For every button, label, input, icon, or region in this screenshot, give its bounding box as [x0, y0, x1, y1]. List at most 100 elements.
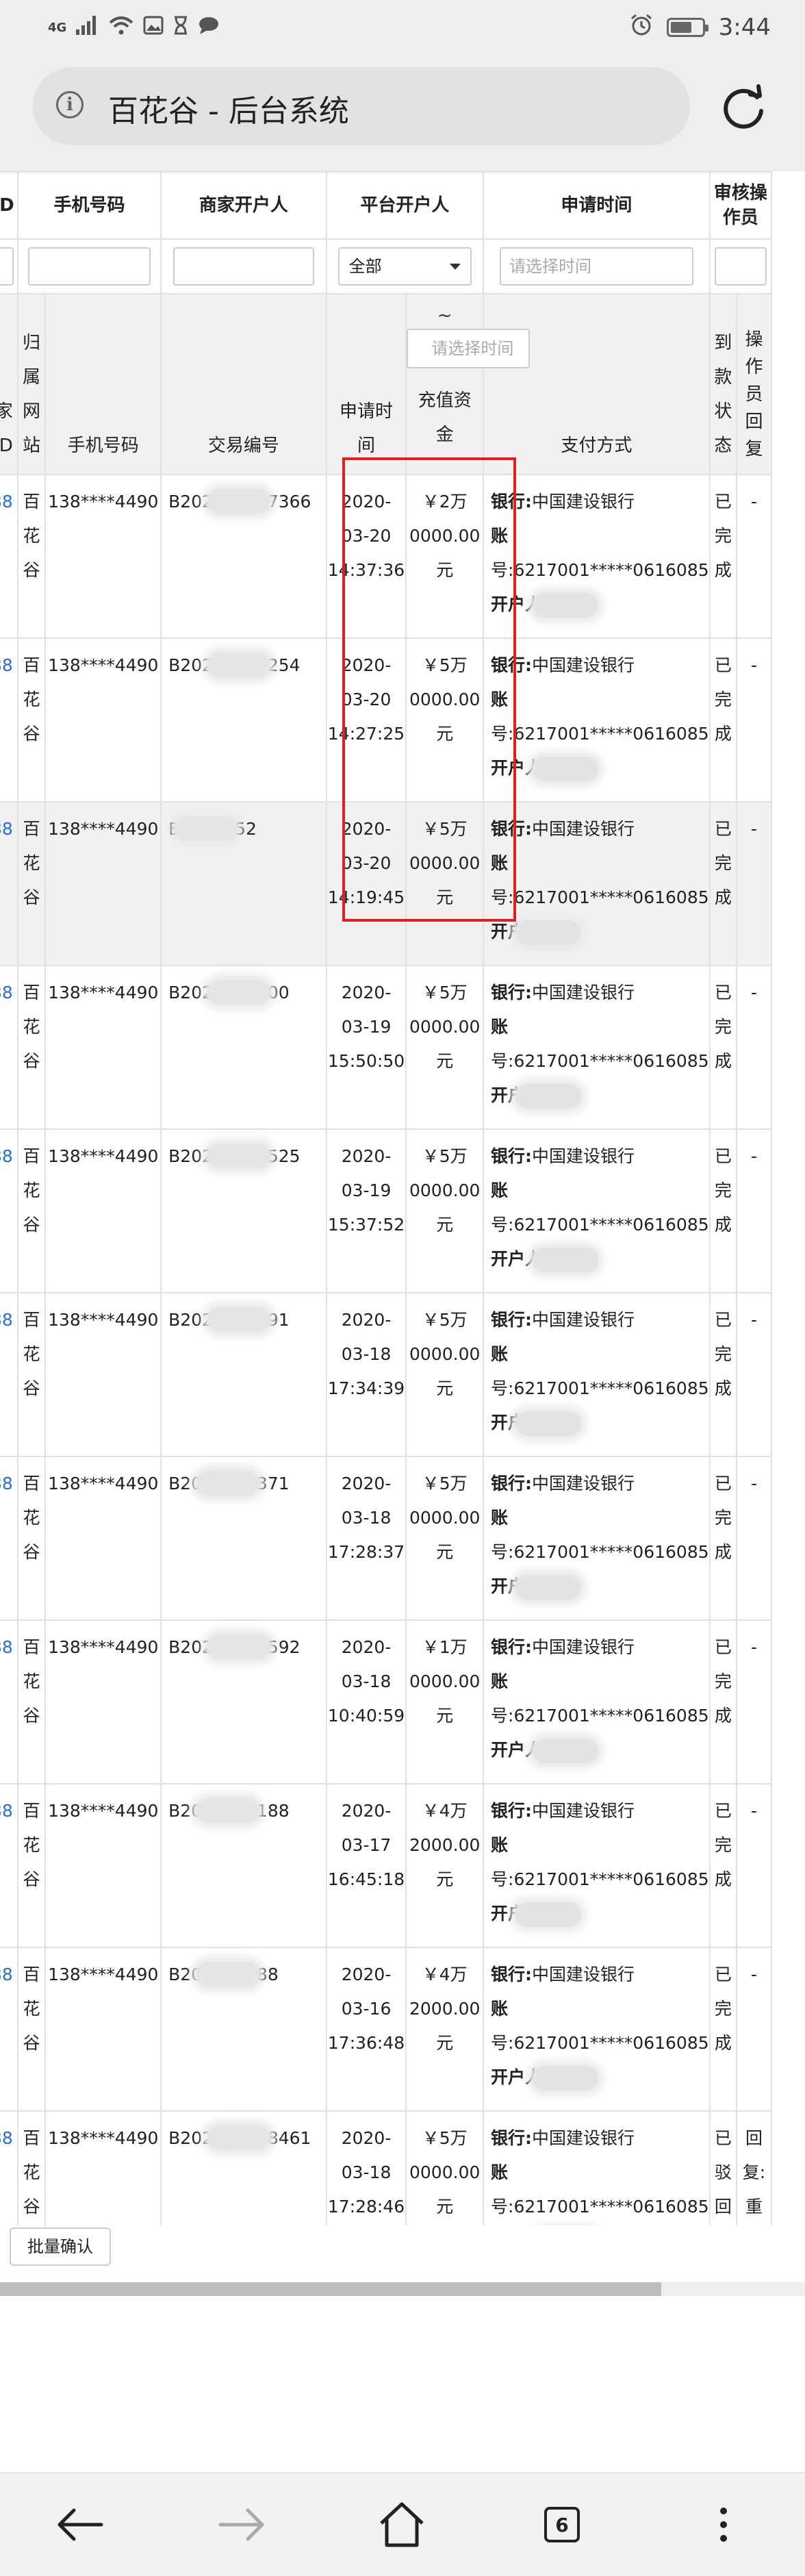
merchant-id-link[interactable]: 88 — [0, 1783, 18, 1948]
time-line: 14:19:45 — [327, 887, 405, 907]
redaction-blur — [533, 757, 599, 781]
amount-cell: ￥5万 0000.00 元 — [405, 2110, 485, 2225]
txn-cell: B2452 — [160, 801, 327, 966]
date-range-tilde: ~ — [437, 305, 452, 326]
table-row: 88百 花 谷138****4490B2023371 2020- 03-18 17:2… — [0, 1456, 772, 1621]
col-header-site: 归 属 网 站 — [16, 293, 47, 475]
apply-time-cell: 2020- 03-18 10:40:59 — [325, 1619, 407, 1784]
redaction-blur — [207, 2125, 270, 2150]
merchant-id-link[interactable]: 88 — [0, 637, 18, 803]
table-row: 88百 花 谷138****4490B2020391 2020- 03-18 17:3… — [0, 1292, 772, 1457]
amount-cell: ￥5万 0000.00 元 — [405, 965, 485, 1130]
date-line2: 03-20 — [341, 690, 392, 709]
amount-line1: ￥5万 — [422, 983, 468, 1002]
apply-time-cell: 2020- 03-20 14:27:25 — [325, 637, 407, 803]
info-icon[interactable]: i — [56, 91, 84, 118]
amount-line1: ￥1万 — [422, 1637, 468, 1657]
filter-select-platform[interactable]: 全部 — [337, 247, 472, 286]
back-arrow-icon[interactable] — [49, 2494, 111, 2555]
payment-cell: 银行:中国建设银行账号:6217001*****0616085开户人 — [483, 1947, 711, 2112]
merchant-id-link[interactable]: 88 — [0, 965, 18, 1130]
bank-name: 中国建设银行 — [532, 1146, 635, 1166]
amount-unit: 元 — [436, 2197, 454, 2217]
amount-line2: 0000.00 — [409, 1017, 481, 1037]
account-label: 账 — [491, 1671, 509, 1691]
redaction-blur — [533, 2066, 599, 2091]
merchant-id-link[interactable]: 88 — [0, 1456, 18, 1621]
date-line: 2020- — [341, 1146, 392, 1166]
redaction-blur — [207, 1634, 270, 1659]
amount-cell: ￥4万 2000.00 元 — [405, 1947, 485, 2112]
batch-confirm-button[interactable]: 批量确认 — [10, 2227, 111, 2266]
payment-cell: 银行:中国建设银行账号:6217001*****0616085 开户 — [483, 1292, 711, 1457]
amount-line2: 2000.00 — [409, 1999, 481, 2019]
filter-input-id[interactable] — [0, 247, 14, 286]
merchant-id-link[interactable]: 88 — [0, 1128, 18, 1293]
amount-cell: ￥4万 2000.00 元 — [405, 1783, 485, 1948]
amount-line2: 0000.00 — [409, 2162, 481, 2182]
table-row: 88百 花 谷138****4490B202028461 2020- 03-18 17… — [0, 2110, 772, 2225]
payment-cell: 银行:中国建设银行账号:6217001*****0616085开户人 — [483, 2110, 711, 2225]
account-number: 号:6217001*****0616085 — [491, 2197, 709, 2217]
status-cell: 已 完 成 — [708, 1783, 738, 1948]
account-label: 账 — [491, 1999, 509, 2019]
phone-cell: 138****4490 — [44, 637, 162, 803]
filter-date-start[interactable]: 请选择时间 — [500, 247, 693, 286]
payment-cell: 银行:中国建设银行账号:6217001*****0616085 开户 — [483, 1783, 711, 1948]
amount-line2: 0000.00 — [409, 526, 481, 546]
bank-name: 中国建设银行 — [532, 819, 635, 839]
address-field[interactable]: i 百花谷 - 后台系统 — [33, 67, 690, 145]
filter-input-phone[interactable] — [28, 247, 151, 286]
menu-icon[interactable] — [693, 2494, 754, 2555]
col-header-amount: 充值资 金 — [418, 390, 472, 445]
forward-arrow-icon[interactable] — [211, 2494, 272, 2555]
merchant-id-link[interactable]: 88 — [0, 1947, 18, 2112]
apply-time-cell: 2020- 03-20 14:19:45 — [325, 801, 407, 966]
amount-line1: ￥4万 — [422, 1801, 468, 1821]
account-label: 账 — [491, 1344, 509, 1364]
amount-unit: 元 — [436, 1215, 454, 1235]
merchant-id-link[interactable]: 88 — [0, 1292, 18, 1457]
redaction-blur — [533, 1739, 599, 1763]
amount-line2: 0000.00 — [409, 1508, 481, 1528]
time-line: 17:36:48 — [327, 2033, 405, 2053]
bank-name: 中国建设银行 — [532, 1310, 635, 1330]
filter-date-end[interactable]: 请选择时间 — [407, 329, 531, 368]
phone-cell: 138****4490 — [44, 1456, 162, 1621]
select-value: 全部 — [348, 257, 382, 276]
payment-cell: 银行:中国建设银行账号:6217001*****0616085 开户 — [483, 801, 711, 966]
merchant-id-link[interactable]: 88 — [0, 2110, 18, 2225]
filter-input-reviewer[interactable] — [714, 247, 767, 286]
date-line: 2020- — [341, 1965, 392, 1984]
phone-cell: 138****4490 — [44, 1947, 162, 2112]
merchant-id-link[interactable]: 88 — [0, 801, 18, 966]
reply-cell: - — [736, 965, 772, 1130]
home-icon[interactable] — [371, 2494, 433, 2555]
col-header-status: 到 款 状 态 — [708, 293, 738, 475]
recharge-table-viewport[interactable]: ID 手机号码 商家开户人 平台开户人 申请时间 审核操作员 全部 请选择时间 … — [0, 171, 805, 2225]
amount-cell: ￥2万 0000.00 元 — [405, 474, 485, 639]
filter-input-merchant[interactable] — [172, 247, 314, 286]
amount-line1: ￥5万 — [422, 655, 468, 675]
phone-cell: 138****4490 — [44, 1619, 162, 1784]
date-line2: 03-20 — [341, 853, 392, 873]
account-number: 号:6217001*****0616085 — [491, 560, 709, 580]
amount-unit: 元 — [436, 2033, 454, 2053]
time-line: 16:45:18 — [327, 1869, 405, 1889]
reply-cell: - — [736, 1783, 772, 1948]
bank-name: 中国建设银行 — [532, 1474, 635, 1493]
reload-icon[interactable] — [717, 81, 772, 136]
reply-cell: - — [736, 1619, 772, 1784]
scrollbar-thumb[interactable] — [0, 2282, 661, 2296]
merchant-id-link[interactable]: 88 — [0, 1619, 18, 1784]
date-line: 2020- — [341, 1637, 392, 1657]
site-cell: 百 花 谷 — [16, 474, 47, 639]
tabs-button[interactable]: 6 — [531, 2494, 593, 2555]
merchant-id-link[interactable]: 88 — [0, 474, 18, 639]
site-cell: 百 花 谷 — [16, 1292, 47, 1457]
date-line: 2020- — [341, 983, 392, 1002]
reply-cell: - — [736, 637, 772, 803]
bank-name: 中国建设银行 — [532, 492, 635, 512]
date-line2: 03-18 — [341, 1671, 392, 1691]
reply-cell: - — [736, 1128, 772, 1293]
